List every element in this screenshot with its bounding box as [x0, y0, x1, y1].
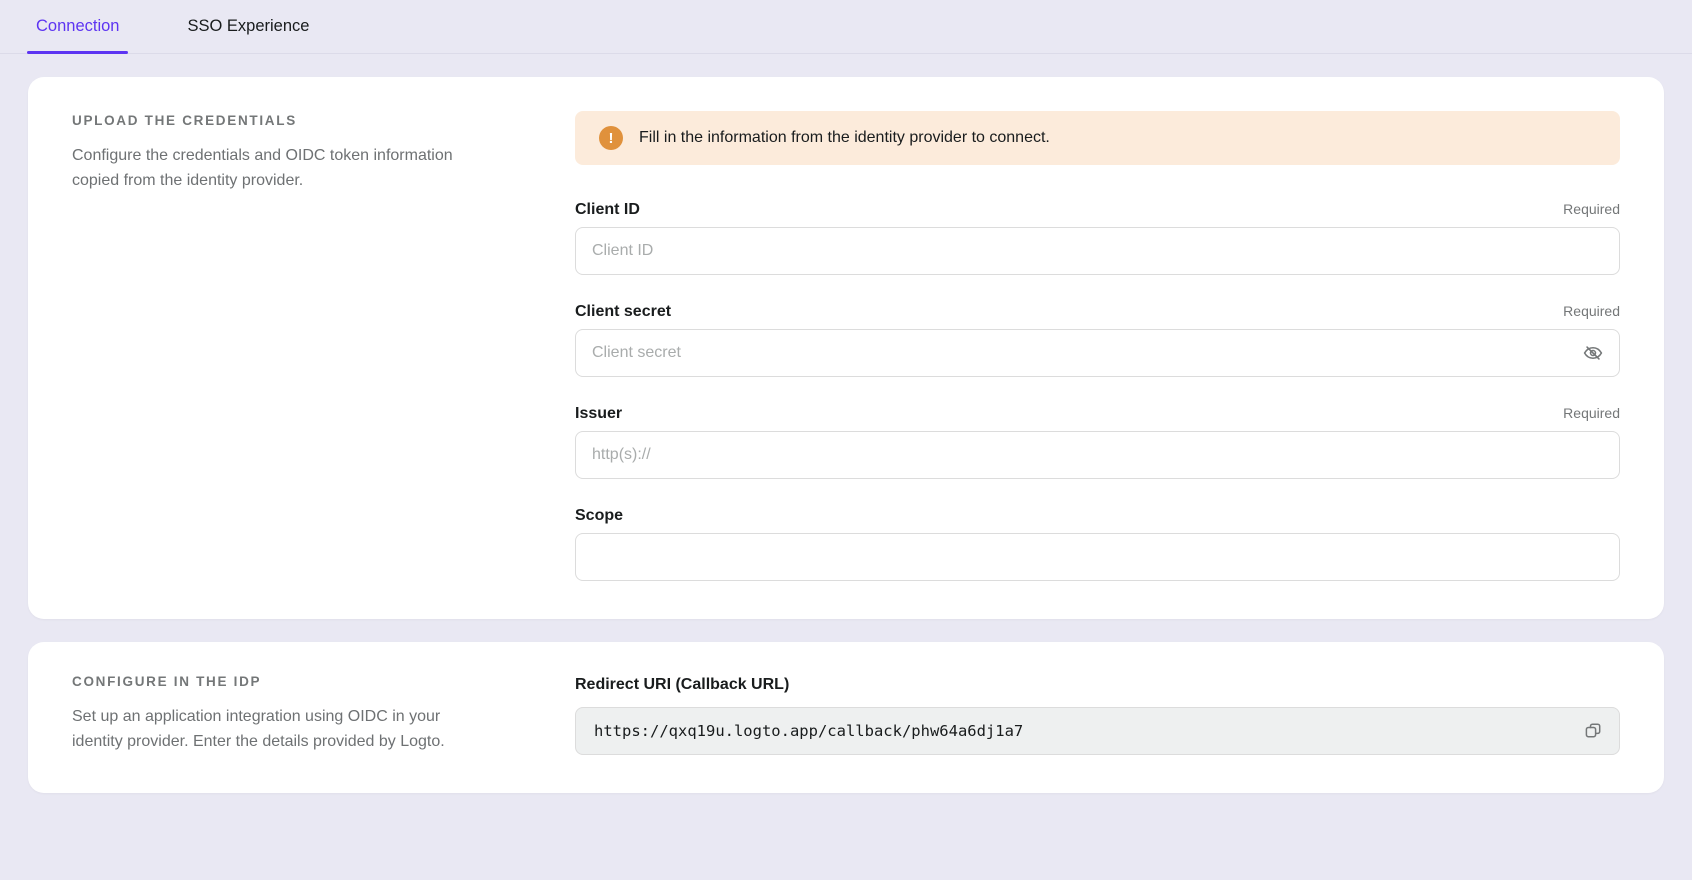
issuer-required-badge: Required [1563, 405, 1620, 421]
redirect-uri-readonly-field: https://qxq19u.logto.app/callback/phw64a… [575, 707, 1620, 755]
issuer-field: Issuer Required [575, 405, 1620, 479]
client-secret-label: Client secret [575, 303, 671, 321]
client-id-input[interactable] [575, 227, 1620, 275]
client-id-required-badge: Required [1563, 201, 1620, 217]
client-id-field: Client ID Required [575, 201, 1620, 275]
scope-label: Scope [575, 507, 623, 525]
scope-field: Scope [575, 507, 1620, 581]
alert-banner-text: Fill in the information from the identit… [639, 129, 1050, 147]
credentials-section-description: Configure the credentials and OIDC token… [72, 143, 484, 193]
scope-input[interactable] [575, 533, 1620, 581]
eye-off-icon [1582, 342, 1604, 364]
idp-form: Redirect URI (Callback URL) https://qxq1… [575, 672, 1620, 755]
copy-redirect-uri-button[interactable] [1579, 717, 1607, 745]
tab-sso-experience-label: SSO Experience [187, 17, 309, 36]
redirect-uri-label: Redirect URI (Callback URL) [575, 676, 1620, 694]
issuer-input[interactable] [575, 431, 1620, 479]
client-secret-input[interactable] [575, 329, 1620, 377]
issuer-label: Issuer [575, 405, 622, 423]
tab-connection[interactable]: Connection [27, 0, 128, 53]
tab-connection-label: Connection [36, 17, 119, 36]
idp-card: CONFIGURE IN THE IDP Set up an applicati… [28, 642, 1664, 793]
alert-banner: ! Fill in the information from the ident… [575, 111, 1620, 165]
idp-section-title: CONFIGURE IN THE IDP [72, 674, 492, 689]
copy-icon [1583, 721, 1603, 741]
client-secret-required-badge: Required [1563, 303, 1620, 319]
credentials-form: ! Fill in the information from the ident… [575, 111, 1620, 581]
tab-bar: Connection SSO Experience [0, 0, 1692, 54]
client-id-label: Client ID [575, 201, 640, 219]
idp-section-intro: CONFIGURE IN THE IDP Set up an applicati… [72, 672, 492, 755]
credentials-card: UPLOAD THE CREDENTIALS Configure the cre… [28, 77, 1664, 619]
main-content: UPLOAD THE CREDENTIALS Configure the cre… [0, 54, 1692, 793]
client-secret-field: Client secret Required [575, 303, 1620, 377]
tab-sso-experience[interactable]: SSO Experience [178, 0, 318, 53]
idp-section-description: Set up an application integration using … [72, 704, 484, 754]
redirect-uri-value: https://qxq19u.logto.app/callback/phw64a… [594, 722, 1579, 740]
alert-icon: ! [599, 126, 623, 150]
credentials-section-intro: UPLOAD THE CREDENTIALS Configure the cre… [72, 111, 492, 581]
credentials-section-title: UPLOAD THE CREDENTIALS [72, 113, 492, 128]
toggle-secret-visibility-button[interactable] [1578, 338, 1608, 368]
